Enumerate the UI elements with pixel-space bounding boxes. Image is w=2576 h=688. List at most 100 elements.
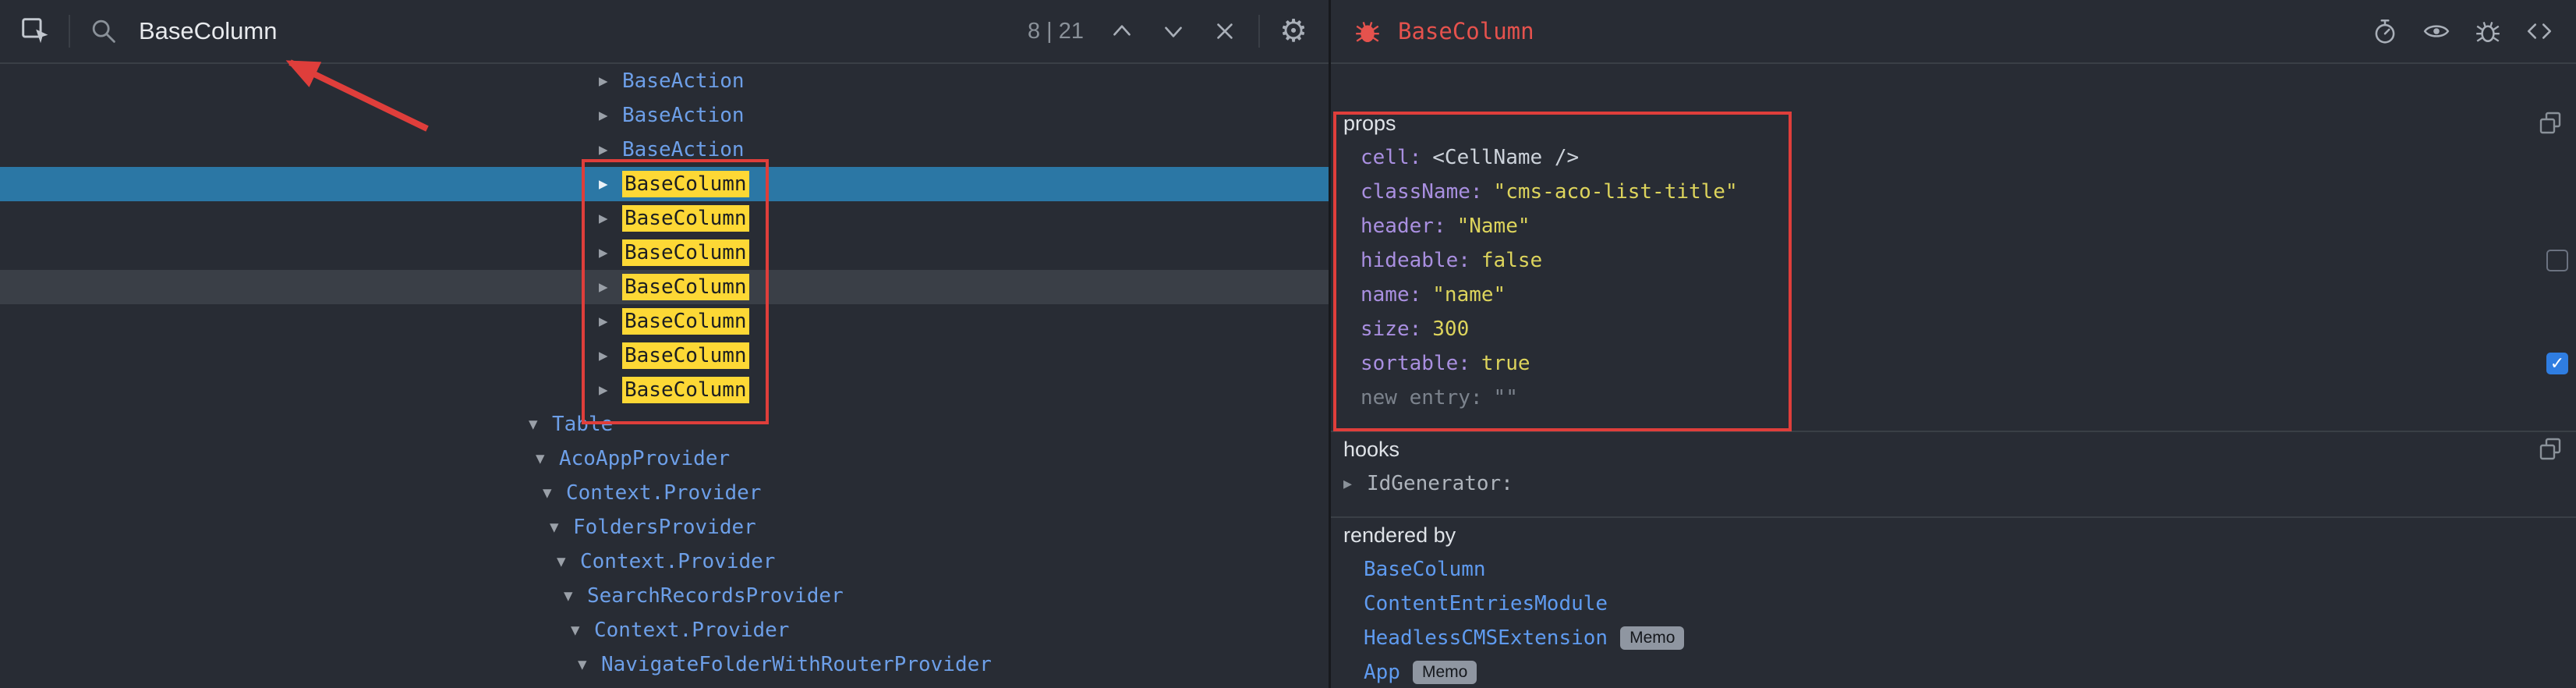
component-tree[interactable]: ▸BaseAction▸BaseAction▸BaseAction▸BaseCo… [0,64,1329,688]
component-name: Context.Provider [580,550,775,573]
chevron-right-icon[interactable]: ▸ [599,208,622,229]
inspected-element-panel: BaseColumn [1331,0,2576,688]
prop-value[interactable]: "cms-aco-list-title" [1494,180,1738,204]
components-tree-panel: 8 | 21 ⚙ ▸BaseAction▸B [0,0,1331,688]
toolbar-separator [69,15,70,48]
search-input[interactable] [137,16,1012,46]
component-name: BaseColumn [622,171,749,197]
prop-row-new-entry: new entry:"" [1331,381,2576,415]
component-name: AcoAppProvider [559,447,730,470]
prop-value[interactable]: 300 [1432,317,1469,341]
props-section-header: props [1331,106,2576,140]
search-result-count: 8 | 21 [1028,19,1084,44]
tree-row-BaseAction[interactable]: ▸BaseAction [0,64,1329,98]
chevron-right-icon[interactable]: ▸ [1343,474,1367,494]
hook-row[interactable]: ▸IdGenerator: [1331,466,2576,501]
rendered-by-name[interactable]: ContentEntriesModule [1364,592,1608,615]
component-name: Table [552,413,613,436]
tree-row-Table[interactable]: ▾Table [0,407,1329,442]
chevron-down-icon[interactable]: ▾ [564,586,587,606]
clear-search-icon[interactable] [1207,13,1243,49]
tree-row-SearchRecordsProvider[interactable]: ▾SearchRecordsProvider [0,579,1329,613]
chevron-right-icon[interactable]: ▸ [599,380,622,400]
chevron-right-icon[interactable]: ▸ [599,311,622,332]
tree-row-BaseColumn[interactable]: ▸BaseColumn [0,339,1329,373]
rendered-by-item-ContentEntriesModule[interactable]: ContentEntriesModule [1331,587,2576,621]
rendered-by-item-BaseColumn[interactable]: BaseColumn [1331,552,2576,587]
rendered-by-name[interactable]: App [1364,661,1400,684]
component-name: SearchRecordsProvider [587,584,844,608]
prop-key: header [1361,215,1434,238]
copy-hooks-icon[interactable] [2537,436,2564,466]
tree-row-FoldersProvider[interactable]: ▾FoldersProvider [0,510,1329,544]
prop-value[interactable]: true [1481,352,1530,375]
prop-key: sortable [1361,352,1458,375]
chevron-right-icon[interactable]: ▸ [599,277,622,297]
chevron-right-icon[interactable]: ▸ [599,243,622,263]
tree-row-Context.Provider[interactable]: ▾Context.Provider [0,613,1329,647]
inspect-element-icon[interactable] [17,13,53,49]
chevron-right-icon[interactable]: ▸ [599,71,622,91]
error-bug-icon [1350,13,1385,49]
tree-row-BaseAction[interactable]: ▸BaseAction [0,133,1329,167]
prop-value[interactable]: false [1481,249,1542,272]
copy-props-icon[interactable] [2537,110,2564,140]
prop-key: new entry [1361,386,1470,410]
hooks-section-label: hooks [1343,438,1399,462]
chevron-down-icon[interactable]: ▾ [536,449,559,469]
chevron-right-icon[interactable]: ▸ [599,346,622,366]
code-brackets-icon[interactable] [2521,13,2557,49]
rendered-by-section-label: rendered by [1343,523,1456,548]
chevron-down-icon[interactable]: ▾ [557,551,580,572]
tree-row-BaseColumn[interactable]: ▸BaseColumn [0,236,1329,270]
component-name: BaseColumn [622,342,749,369]
timer-icon[interactable] [2367,13,2403,49]
bug-icon[interactable] [2470,13,2506,49]
tree-row-Context.Provider[interactable]: ▾Context.Provider [0,476,1329,510]
prop-key: cell [1361,146,1410,169]
inspected-element-body: props cell:<CellName />className:"cms-ac… [1331,64,2576,688]
settings-gear-icon[interactable]: ⚙ [1276,13,1311,49]
prop-key: name [1361,283,1410,307]
tree-row-BaseColumn[interactable]: ▸BaseColumn [0,270,1329,304]
prop-row-sortable: sortable: true [1331,346,2576,381]
chevron-down-icon[interactable]: ▾ [578,654,601,675]
prop-checkbox-hideable[interactable] [2546,250,2568,271]
chevron-right-icon[interactable]: ▸ [599,105,622,126]
prop-checkbox-sortable[interactable] [2546,353,2568,374]
rendered-by-section-header: rendered by [1331,518,2576,552]
prop-value[interactable]: "Name" [1457,215,1530,238]
tree-row-BaseColumn[interactable]: ▸BaseColumn [0,373,1329,407]
prop-value[interactable]: "name" [1432,283,1506,307]
tree-row-NavigateFolderWithRouterProvider[interactable]: ▾NavigateFolderWithRouterProvider [0,647,1329,682]
chevron-right-icon[interactable]: ▸ [599,140,622,160]
tree-row-Context.Provider[interactable]: ▾Context.Provider [0,544,1329,579]
chevron-down-icon[interactable]: ▾ [543,483,566,503]
prop-colon: : [1458,352,1470,375]
chevron-down-icon[interactable]: ▾ [571,620,594,640]
rendered-by-item-HeadlessCMSExtension[interactable]: HeadlessCMSExtension Memo [1331,621,2576,655]
chevron-right-icon[interactable]: ▸ [599,174,622,194]
rendered-by-name[interactable]: HeadlessCMSExtension [1364,626,1608,650]
eye-icon[interactable] [2419,13,2454,49]
tree-row-BaseColumn[interactable]: ▸BaseColumn [0,201,1329,236]
component-name: BaseAction [622,138,745,161]
prop-row-size: size:300 [1331,312,2576,346]
prop-row-header: header:"Name" [1331,209,2576,243]
tree-row-NavigateFolderProvider[interactable]: ▾NavigateFolderProvider [0,682,1329,688]
prev-match-icon[interactable] [1104,13,1140,49]
tree-row-BaseColumn[interactable]: ▸BaseColumn [0,304,1329,339]
prop-value[interactable]: "" [1494,386,1518,410]
next-match-icon[interactable] [1155,13,1191,49]
rendered-by-name[interactable]: BaseColumn [1364,558,1486,581]
prop-row-className: className:"cms-aco-list-title" [1331,175,2576,209]
tree-row-AcoAppProvider[interactable]: ▾AcoAppProvider [0,442,1329,476]
prop-colon: : [1410,146,1422,169]
tree-row-BaseAction[interactable]: ▸BaseAction [0,98,1329,133]
chevron-down-icon[interactable]: ▾ [529,414,552,434]
memo-badge: Memo [1620,626,1684,649]
header-actions [2367,13,2557,49]
rendered-by-item-App[interactable]: AppMemo [1331,655,2576,688]
chevron-down-icon[interactable]: ▾ [550,517,573,537]
tree-row-BaseColumn[interactable]: ▸BaseColumn [0,167,1329,201]
